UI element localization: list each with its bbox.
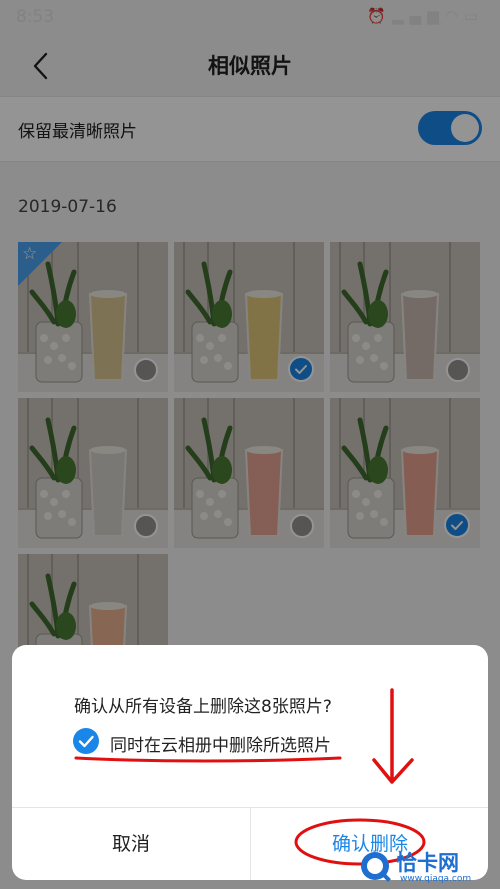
watermark-url: www.qiaqa.com [400, 874, 472, 884]
annotation-underline [74, 756, 342, 763]
annotation-arrow [372, 688, 414, 784]
watermark: 恰卡网 www.qiaqa.com [356, 846, 498, 888]
red-annotation [74, 688, 426, 866]
watermark-text: 恰卡网 [396, 851, 459, 875]
magnifier-logo-icon [361, 852, 391, 882]
